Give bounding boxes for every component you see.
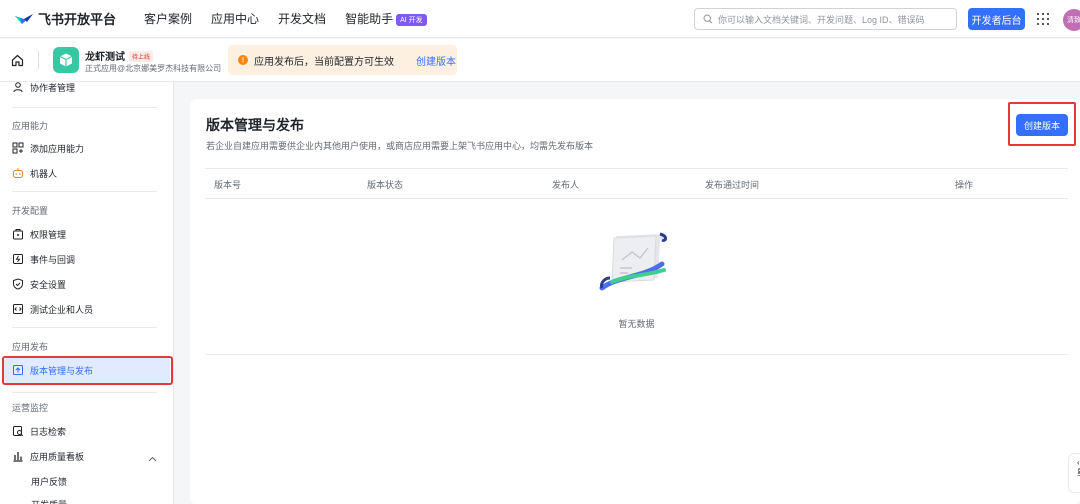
column-publisher: 发布人 — [552, 180, 580, 190]
sidebar-item-test-users[interactable]: 测试企业和人员 — [12, 299, 93, 319]
column-approved-time: 发布通过时间 — [705, 180, 760, 190]
sidebar-item-label: 添加应用能力 — [30, 143, 85, 154]
divider — [12, 191, 157, 192]
sidebar-item-logs[interactable]: 日志检索 — [12, 421, 66, 441]
upload-icon — [13, 365, 23, 375]
search-placeholder: 你可以输入文档关键词、开发问题、Log ID、错误码 — [718, 14, 925, 25]
sidebar-item-version-release[interactable]: 版本管理与发布 — [12, 360, 93, 380]
divider — [12, 327, 157, 328]
sidebar-item-add-capability[interactable]: 添加应用能力 — [12, 138, 84, 158]
sidebar-item-label: 应用质量看板 — [30, 451, 85, 462]
code-icon — [13, 304, 23, 314]
create-version-button[interactable]: 创建版本 — [1016, 114, 1068, 136]
app-org: 正式应用@北京娜美罗杰科技有限公司 — [85, 64, 222, 73]
sidebar-item-bot[interactable]: 机器人 — [12, 163, 57, 183]
event-icon — [13, 254, 23, 264]
brand-name: 飞书开放平台 — [38, 12, 117, 27]
divider — [12, 392, 157, 393]
sidebar-item-label: 测试企业和人员 — [30, 304, 94, 315]
avatar[interactable]: 清致 — [1063, 9, 1080, 31]
developer-console-button[interactable]: 开发者后台 — [968, 8, 1025, 30]
sidebar-item-label: 版本管理与发布 — [30, 365, 94, 376]
chevron-left-icon: ‹ — [1077, 458, 1080, 467]
nav-customer-cases[interactable]: 客户案例 — [144, 10, 192, 27]
publish-notice: ! 应用发布后，当前配置方可生效 创建版本 — [228, 45, 457, 75]
warning-icon: ! — [238, 55, 248, 65]
divider — [38, 51, 39, 69]
sidebar-item-collaborators[interactable]: 协作者管理 — [12, 82, 75, 97]
main-nav: 客户案例 应用中心 开发文档 智能助手 AI 开发 — [144, 10, 446, 27]
page-title: 版本管理与发布 — [206, 117, 304, 133]
column-version: 版本号 — [214, 180, 242, 190]
app-header: 龙虾测试 待上线 正式应用@北京娜美罗杰科技有限公司 ! 应用发布后，当前配置方可… — [0, 39, 1080, 82]
app-name-text: 龙虾测试 — [85, 52, 125, 63]
log-search-icon — [13, 426, 24, 437]
table-header: 版本号 版本状态 发布人 发布通过时间 操作 — [205, 168, 1068, 199]
nav-ai-assistant-label: 智能助手 — [345, 12, 394, 26]
sidebar-item-events[interactable]: 事件与回调 — [12, 249, 75, 269]
group-app-release: 应用发布 — [12, 342, 49, 352]
permission-icon — [13, 229, 23, 240]
sidebar-item-feedback[interactable]: 用户反馈 — [31, 471, 67, 491]
sidebar-item-dev-quality[interactable]: 开发质量 — [31, 494, 67, 504]
sidebar-item-label: 机器人 — [30, 168, 58, 179]
page-description: 若企业自建应用需要供企业内其他用户使用，或商店应用需要上架飞书应用中心，均需先发… — [206, 141, 594, 151]
divider — [205, 354, 1068, 355]
bar-chart-icon — [13, 452, 23, 462]
group-app-capability: 应用能力 — [12, 121, 49, 131]
version-management-card: 版本管理与发布 若企业自建应用需要供企业内其他用户使用，或商店应用需要上架飞书应… — [190, 99, 1080, 504]
shield-icon — [13, 278, 23, 290]
group-ops-monitor: 运营监控 — [12, 403, 49, 413]
sidebar-item-security[interactable]: 安全设置 — [12, 274, 66, 294]
sidebar: 协作者管理 应用能力 添加应用能力 机器人 开发配置 权限管理 事件与回调 安全… — [0, 82, 174, 504]
divider — [12, 107, 157, 108]
sidebar-item-label: 权限管理 — [30, 229, 67, 240]
sidebar-item-permissions[interactable]: 权限管理 — [12, 224, 66, 244]
sidebar-item-label: 协作者管理 — [30, 82, 76, 93]
sidebar-item-label: 事件与回调 — [30, 254, 76, 265]
group-dev-config: 开发配置 — [12, 206, 49, 216]
home-icon[interactable] — [11, 54, 24, 70]
notice-text: 应用发布后，当前配置方可生效 — [254, 56, 394, 68]
search-input[interactable]: 你可以输入文档关键词、开发问题、Log ID、错误码 — [694, 8, 957, 30]
app-grid-icon[interactable] — [1037, 13, 1049, 25]
brand-logo[interactable]: 飞书开放平台 — [14, 9, 116, 28]
robot-icon — [13, 168, 23, 178]
column-actions: 操作 — [955, 180, 974, 190]
chevron-up-icon[interactable] — [148, 451, 157, 465]
empty-document-icon — [598, 230, 674, 301]
column-status: 版本状态 — [367, 180, 404, 190]
search-icon — [703, 14, 713, 24]
floating-helper-tab[interactable]: ‹ 星 — [1068, 453, 1080, 493]
sidebar-item-quality[interactable]: 应用质量看板 — [12, 446, 84, 466]
ai-dev-badge: AI 开发 — [396, 14, 427, 26]
sidebar-item-label: 安全设置 — [30, 279, 67, 290]
notice-create-version-link[interactable]: 创建版本 — [416, 53, 456, 68]
sidebar-item-label: 日志检索 — [30, 426, 67, 437]
nav-app-center[interactable]: 应用中心 — [211, 10, 259, 27]
nav-ai-assistant[interactable]: 智能助手 AI 开发 — [345, 10, 427, 27]
top-navbar: 飞书开放平台 客户案例 应用中心 开发文档 智能助手 AI 开发 你可以输入文档关… — [0, 0, 1080, 38]
app-name: 龙虾测试 待上线 — [85, 48, 154, 63]
status-badge: 待上线 — [129, 51, 154, 62]
user-icon — [13, 82, 23, 93]
app-cube-icon — [53, 47, 79, 73]
empty-state-text: 暂无数据 — [618, 319, 655, 329]
capability-grid-icon — [12, 142, 24, 154]
feishu-logo-icon — [14, 12, 34, 26]
nav-dev-docs[interactable]: 开发文档 — [278, 10, 326, 27]
